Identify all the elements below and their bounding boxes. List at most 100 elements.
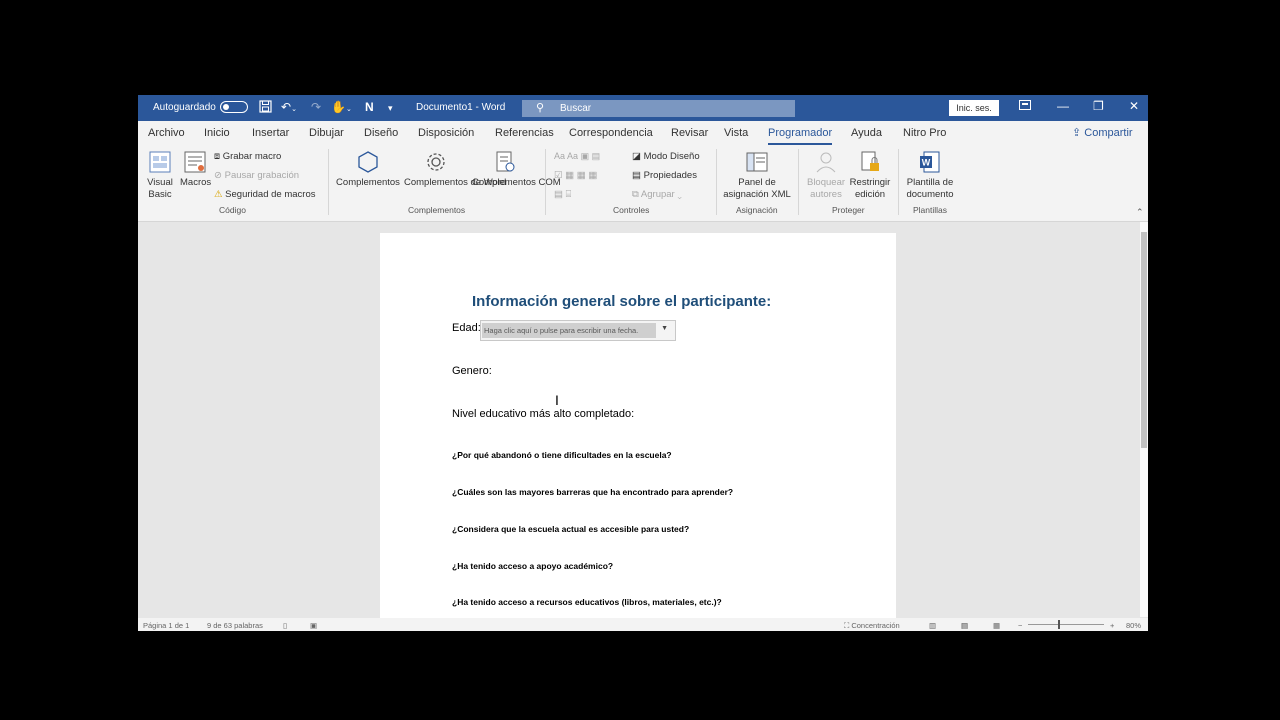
proofing-icon[interactable]: ▯ xyxy=(283,621,287,630)
zoom-out-icon[interactable]: − xyxy=(1018,621,1022,630)
tab-nitro-pro[interactable]: Nitro Pro xyxy=(903,127,946,139)
save-icon[interactable] xyxy=(259,100,272,116)
tab-programador[interactable]: Programador xyxy=(768,127,833,145)
document-template-button[interactable]: W Plantilla de documento xyxy=(904,150,956,201)
plain-text-control-icon: Aa xyxy=(567,151,579,161)
chevron-down-icon[interactable]: ▼ xyxy=(661,325,668,332)
vertical-scrollbar[interactable] xyxy=(1140,222,1148,617)
doc-title: Documento1 - Word xyxy=(416,102,506,113)
title-bar: Autoguardado ↶⌄ ↷ ✋⌄ N ▾ Documento1 - Wo… xyxy=(138,95,1148,121)
group-proteger: Proteger xyxy=(832,205,865,215)
tab-dibujar[interactable]: Dibujar xyxy=(309,127,344,139)
user-lock-icon xyxy=(816,152,836,173)
macro-record-icon[interactable]: ▣ xyxy=(310,621,317,630)
date-picker-control[interactable]: Haga clic aquí o pulse para escribir una… xyxy=(480,320,676,341)
tab-revisar[interactable]: Revisar xyxy=(671,127,708,139)
ribbon-programador: Visual Basic Macros ⧈ Grabar macro ⊘ Pau… xyxy=(138,145,1148,222)
xml-mapping-pane-button[interactable]: Panel de asignación XML xyxy=(722,150,792,201)
checkbox-control-icon: ☑ xyxy=(554,170,563,181)
search-placeholder: Buscar xyxy=(560,103,592,114)
close-icon[interactable]: ✕ xyxy=(1129,99,1139,113)
warning-icon: ⚠ xyxy=(214,189,223,200)
date-picker-icon: ▦ xyxy=(588,170,598,181)
tab-diseno[interactable]: Diseño xyxy=(364,127,398,139)
print-layout-icon[interactable]: ▤ xyxy=(961,621,968,630)
word-window: Autoguardado ↶⌄ ↷ ✋⌄ N ▾ Documento1 - Wo… xyxy=(138,95,1148,631)
autosave-label: Autoguardado xyxy=(153,102,216,113)
tab-referencias[interactable]: Referencias xyxy=(495,127,554,139)
group-control-button: ⧉ Agrupar ⌄ xyxy=(632,189,682,200)
block-authors-button: Bloquear autores xyxy=(804,150,848,201)
word-count[interactable]: 9 de 63 palabras xyxy=(207,621,263,630)
properties-button[interactable]: ▤ Propiedades xyxy=(632,170,697,181)
text-cursor-icon: I xyxy=(555,392,559,408)
combobox-control-icon: ▦ xyxy=(565,170,575,181)
group-controles: Controles xyxy=(613,205,650,215)
question-item: ¿Considera que la escuela actual es acce… xyxy=(452,524,690,534)
zoom-in-icon[interactable]: + xyxy=(1110,621,1114,630)
question-item: ¿Ha tenido acceso a apoyo académico? xyxy=(452,561,614,571)
picture-control-icon: ▣ xyxy=(580,151,590,161)
page-count[interactable]: Página 1 de 1 xyxy=(143,621,189,630)
gender-label: Genero: xyxy=(452,365,492,377)
search-icon: ⚲ xyxy=(536,102,545,114)
legacy-tools-icon: ⌸ xyxy=(565,189,572,200)
focus-icon: ⛶ xyxy=(844,621,850,630)
search-box[interactable]: ⚲ Buscar xyxy=(522,100,795,117)
web-layout-icon[interactable]: ▦ xyxy=(993,621,1000,630)
xml-pane-icon xyxy=(746,152,768,172)
com-addins-button[interactable]: Complementos COM xyxy=(472,150,561,189)
touch-mode-icon[interactable]: ✋⌄ xyxy=(331,100,352,114)
properties-icon: ▤ xyxy=(632,170,641,181)
redo-icon: ↷ xyxy=(311,100,322,114)
group-codigo: Código xyxy=(219,205,246,215)
scrollbar-thumb[interactable] xyxy=(1141,232,1147,448)
addins-button[interactable]: Complementos xyxy=(336,150,400,189)
pause-icon: ⊘ xyxy=(214,170,222,181)
document-page[interactable]: Información general sobre el participant… xyxy=(380,233,896,631)
zoom-slider-thumb[interactable] xyxy=(1058,620,1060,629)
zoom-slider[interactable] xyxy=(1028,624,1104,625)
tab-insertar[interactable]: Insertar xyxy=(252,127,289,139)
nitro-icon[interactable]: N xyxy=(365,100,374,114)
record-macro-button[interactable]: ⧈ Grabar macro xyxy=(214,151,281,162)
group-complementos: Complementos xyxy=(408,205,466,215)
restore-icon[interactable]: ❐ xyxy=(1093,99,1104,113)
repeating-section-icon: ▤ xyxy=(554,189,563,200)
tab-ayuda[interactable]: Ayuda xyxy=(851,127,882,139)
customize-qat-icon[interactable]: ▾ xyxy=(388,103,393,114)
ribbon-display-icon[interactable] xyxy=(1019,99,1031,113)
question-item: ¿Ha tenido acceso a recursos educativos … xyxy=(452,597,722,607)
minimize-icon[interactable]: — xyxy=(1057,99,1069,113)
macro-security-button[interactable]: ⚠ Seguridad de macros xyxy=(214,189,315,200)
design-mode-button[interactable]: ◪ Modo Diseño xyxy=(632,151,700,162)
age-label: Edad: xyxy=(452,322,481,334)
restrict-editing-button[interactable]: Restringir edición xyxy=(848,150,892,201)
macros-button[interactable]: Macros xyxy=(180,150,211,189)
hexagon-icon xyxy=(358,151,378,173)
word-addins-button[interactable]: Complementos de Word xyxy=(404,150,506,189)
visual-basic-icon xyxy=(149,151,171,173)
undo-icon[interactable]: ↶⌄ xyxy=(281,100,297,114)
tab-archivo[interactable]: Archivo xyxy=(148,127,185,139)
tab-vista[interactable]: Vista xyxy=(724,127,748,139)
read-mode-icon[interactable]: ▥ xyxy=(929,621,936,630)
tab-correspondencia[interactable]: Correspondencia xyxy=(569,127,653,139)
svg-text:W: W xyxy=(922,158,931,168)
group-asignacion: Asignación xyxy=(736,205,778,215)
visual-basic-button[interactable]: Visual Basic xyxy=(146,150,174,201)
tab-disposicion[interactable]: Disposición xyxy=(418,127,474,139)
record-macro-icon: ⧈ xyxy=(214,151,221,162)
autosave-toggle[interactable] xyxy=(220,101,248,113)
com-addins-icon xyxy=(496,151,515,172)
focus-mode-button[interactable]: ⛶ Concentración xyxy=(844,621,900,631)
building-block-icon: ▤ xyxy=(591,151,601,161)
collapse-ribbon-icon[interactable]: ⌃ xyxy=(1136,207,1144,218)
doc-lock-icon xyxy=(861,151,879,171)
dropdown-control-icon: ▦ xyxy=(576,170,586,181)
zoom-level[interactable]: 80% xyxy=(1126,621,1141,630)
date-placeholder[interactable]: Haga clic aquí o pulse para escribir una… xyxy=(482,323,656,338)
share-button[interactable]: ⇪ Compartir xyxy=(1072,126,1133,139)
sign-in-button[interactable]: Inic. ses. xyxy=(949,100,999,116)
tab-inicio[interactable]: Inicio xyxy=(204,127,230,139)
